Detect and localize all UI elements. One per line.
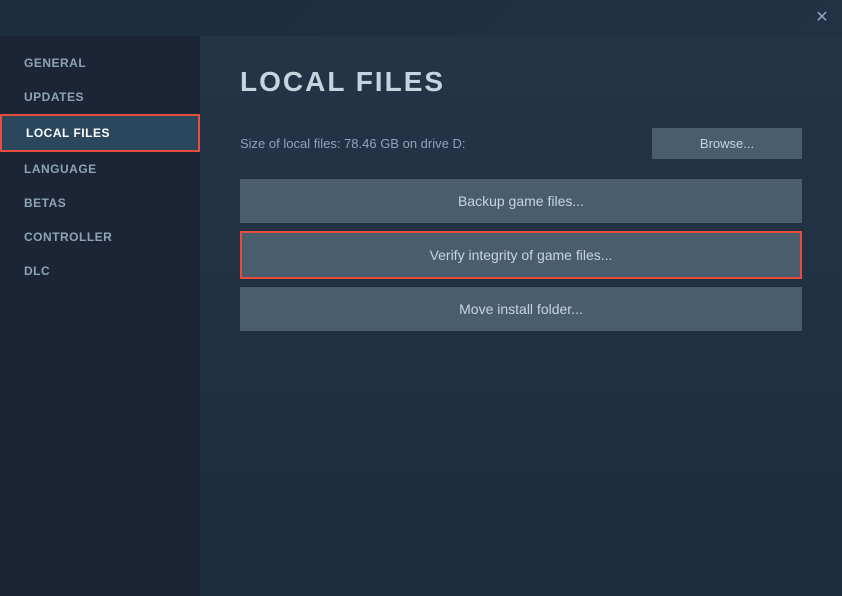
- file-size-label: Size of local files: 78.46 GB on drive D…: [240, 136, 465, 151]
- sidebar-item-general[interactable]: GENERAL: [0, 46, 200, 80]
- title-bar: ✕: [0, 0, 842, 36]
- sidebar-item-updates[interactable]: UPDATES: [0, 80, 200, 114]
- sidebar: GENERAL UPDATES LOCAL FILES LANGUAGE BET…: [0, 36, 200, 596]
- dialog: ✕ GENERAL UPDATES LOCAL FILES LANGUAGE B…: [0, 0, 842, 596]
- main-content: LOCAL FILES Size of local files: 78.46 G…: [200, 36, 842, 596]
- backup-button[interactable]: Backup game files...: [240, 179, 802, 223]
- sidebar-item-local-files[interactable]: LOCAL FILES: [0, 114, 200, 152]
- sidebar-item-controller[interactable]: CONTROLLER: [0, 220, 200, 254]
- close-button[interactable]: ✕: [812, 8, 832, 28]
- page-title: LOCAL FILES: [240, 66, 802, 98]
- content: GENERAL UPDATES LOCAL FILES LANGUAGE BET…: [0, 36, 842, 596]
- browse-button[interactable]: Browse...: [652, 128, 802, 159]
- sidebar-item-dlc[interactable]: DLC: [0, 254, 200, 288]
- move-install-button[interactable]: Move install folder...: [240, 287, 802, 331]
- sidebar-item-betas[interactable]: BETAS: [0, 186, 200, 220]
- file-size-row: Size of local files: 78.46 GB on drive D…: [240, 128, 802, 159]
- verify-integrity-button[interactable]: Verify integrity of game files...: [240, 231, 802, 279]
- sidebar-item-language[interactable]: LANGUAGE: [0, 152, 200, 186]
